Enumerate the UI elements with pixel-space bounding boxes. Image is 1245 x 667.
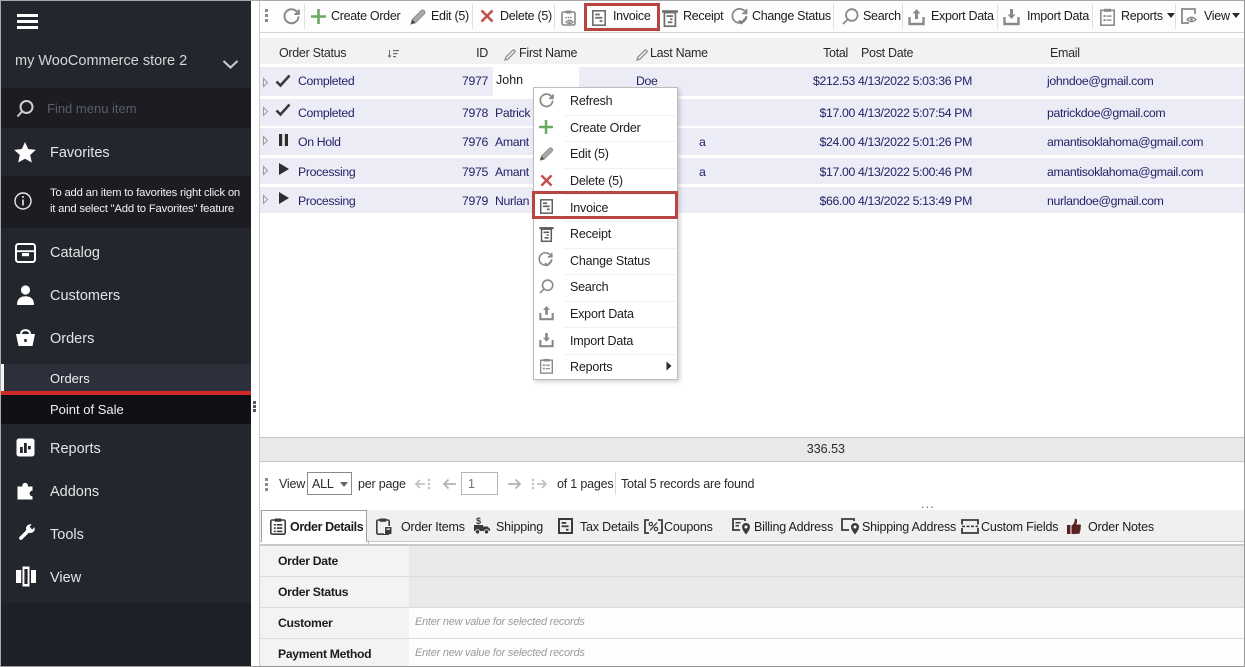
svg-text:$: $ xyxy=(476,516,481,526)
